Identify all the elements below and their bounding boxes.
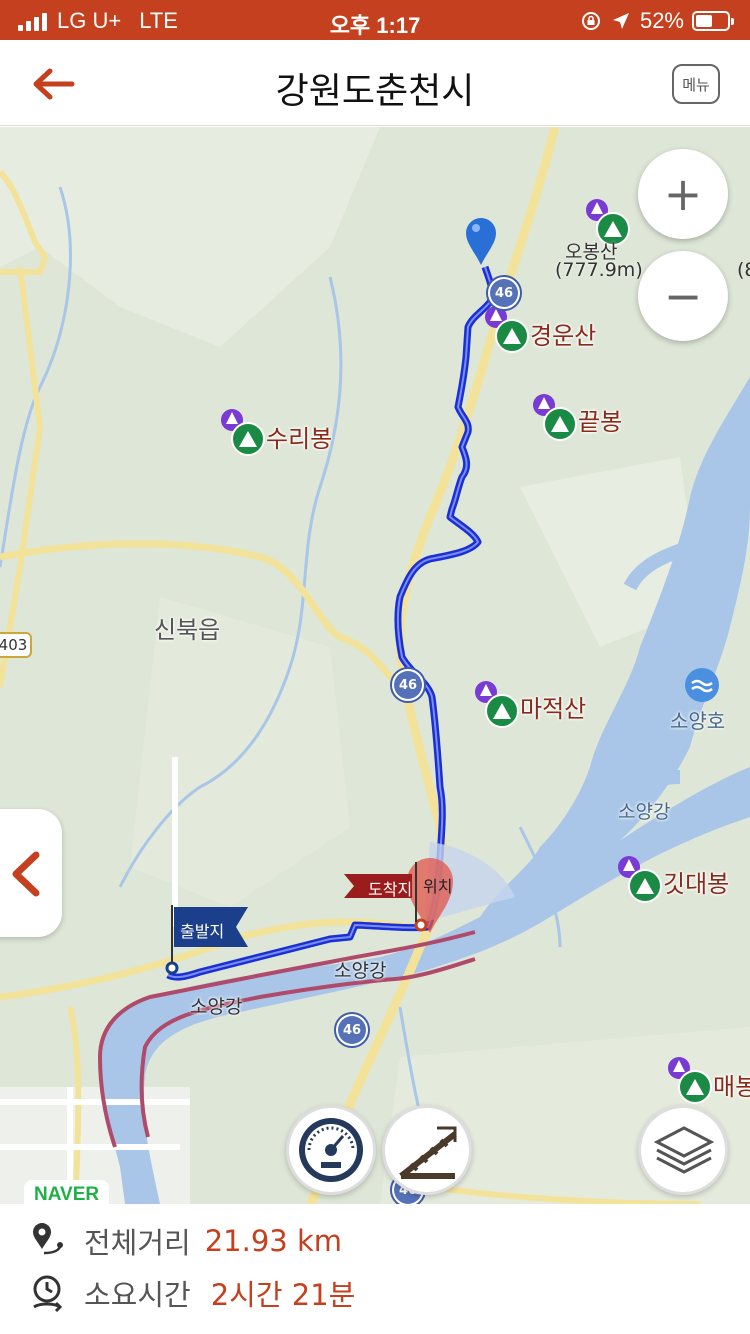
side-panel-toggle[interactable] [0, 809, 62, 937]
mountain-icon [618, 856, 662, 903]
naver-logo: NAVER [24, 1180, 110, 1204]
peak-elevation: (777.9m) [555, 259, 643, 281]
peak-kkeutbong[interactable]: 끝봉 [530, 392, 650, 444]
distance-row: 전체거리 21.93 km [30, 1220, 342, 1262]
layers-icon [653, 1126, 715, 1174]
elevation-button[interactable] [382, 1105, 472, 1195]
mountain-icon [221, 409, 265, 456]
route-shield: 46 [390, 667, 426, 703]
speedometer-button[interactable] [286, 1105, 376, 1195]
end-flag-label: 도착지 [368, 880, 413, 899]
map-view[interactable]: 오봉산 (777.9m) (8 경운산 끝봉 수리봉 마적산 [0, 127, 750, 1204]
status-bar: LG U+ LTE 오후 1:17 52% [0, 0, 750, 40]
peak-suribong[interactable]: 수리봉 [218, 407, 348, 459]
location-arrow-icon [612, 13, 629, 29]
route-shield: 46 [486, 275, 522, 311]
mountain-icon [668, 1057, 712, 1104]
mountain-icon [533, 394, 577, 441]
back-button[interactable] [28, 62, 80, 106]
route-number: 46 [490, 279, 518, 307]
map-pin-icon [466, 218, 496, 265]
river-label: 소양강 [334, 960, 387, 982]
peak-name: 매봉 [713, 1073, 750, 1101]
peak-name: 마적산 [520, 695, 587, 723]
road-number: 403 [0, 636, 28, 654]
river-label: 소양강 [618, 801, 671, 823]
layers-button[interactable] [638, 1105, 728, 1195]
minus-icon: − [663, 269, 703, 323]
route-distance-icon [33, 1223, 63, 1255]
peak-majeoksan[interactable]: 마적산 [472, 679, 602, 731]
menu-button[interactable]: 메뉴 [672, 64, 720, 104]
time-row: 소요시간 2시간 21분 [30, 1272, 355, 1314]
elevation-slope-icon [399, 1126, 457, 1179]
peak-gitdaebong[interactable]: 깃대봉 [615, 854, 750, 906]
back-arrow-icon [33, 68, 75, 100]
route-number: 46 [394, 671, 422, 699]
time-value: 2시간 21분 [210, 1278, 356, 1312]
zoom-out-button[interactable]: − [638, 251, 728, 341]
distance-value: 21.93 km [204, 1224, 343, 1258]
route-shield: 46 [334, 1012, 370, 1048]
peak-gyeongunsan[interactable]: 경운산 [482, 304, 622, 356]
town-label: 신북읍 [154, 616, 221, 644]
distance-label: 전체거리 [84, 1226, 191, 1260]
water-icon [685, 668, 719, 702]
peak-name: 끝봉 [578, 408, 623, 436]
rotation-lock-icon [581, 12, 600, 30]
page-title: 강원도춘천시 [275, 71, 475, 112]
road-number-badge: 403 [0, 632, 32, 658]
offscreen-partial-label: (8 [737, 259, 750, 281]
peak-name: 경운산 [530, 322, 597, 350]
river-label: 소양강 [190, 996, 243, 1018]
clock-walk-icon [33, 1275, 63, 1313]
end-flag[interactable]: 도착지 [344, 862, 430, 927]
battery-percent: 52% [639, 8, 684, 33]
speedometer-icon [299, 1118, 363, 1182]
route-number: 46 [338, 1016, 366, 1044]
peak-maebong[interactable]: 매봉 [665, 1055, 750, 1107]
peak-name: 수리봉 [266, 425, 333, 453]
mountain-icon [475, 681, 519, 728]
lake-label: 소양호 [670, 709, 726, 733]
start-flag[interactable]: 출발지 [162, 905, 252, 975]
battery-icon [692, 11, 734, 31]
app-header: 강원도춘천시 메뉴 [0, 40, 750, 126]
chevron-left-icon [12, 851, 40, 897]
time-label: 소요시간 [84, 1278, 191, 1312]
mountain-icon [485, 306, 529, 353]
zoom-in-button[interactable]: + [638, 149, 728, 239]
start-flag-label: 출발지 [180, 922, 225, 941]
peak-name: 깃대봉 [663, 870, 730, 898]
route-summary: 전체거리 21.93 km 소요시간 2시간 21분 [0, 1204, 750, 1334]
plus-icon: + [663, 167, 703, 221]
lake-marker[interactable]: 소양호 [668, 667, 738, 733]
